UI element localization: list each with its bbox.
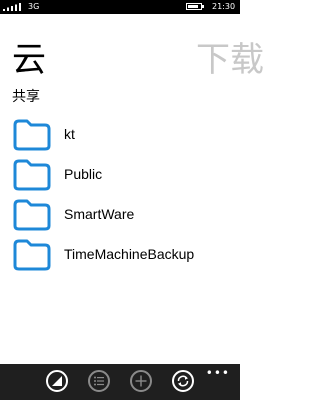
folder-name: kt [64,126,75,142]
clock: 21:30 [212,2,236,11]
battery-icon [186,3,204,10]
folder-item[interactable]: Public [0,154,240,194]
sync-icon [177,375,189,387]
folder-icon [13,239,51,271]
folder-name: TimeMachineBackup [64,246,195,262]
folder-icon [13,119,51,151]
sync-button[interactable] [172,370,194,392]
list-button[interactable] [88,370,110,392]
list-icon [94,376,104,386]
folder-icon [13,159,51,191]
pivot-next-title[interactable]: 下载 [196,40,264,80]
status-bar: 3G 21:30 [0,0,240,14]
folder-name: SmartWare [64,206,135,222]
section-subtitle: 共享 [12,89,40,105]
more-options-button[interactable]: ••• [206,366,230,380]
signal-strength-icon [3,3,21,11]
folder-item[interactable]: SmartWare [0,194,240,234]
folder-item[interactable]: TimeMachineBackup [0,234,240,274]
select-icon [52,376,62,386]
select-button[interactable] [46,370,68,392]
folder-list: kt Public SmartWare TimeMachineBackup [0,114,240,274]
app-bar: ••• [0,364,240,400]
add-button[interactable] [130,370,152,392]
folder-item[interactable]: kt [0,114,240,154]
network-type: 3G [28,2,40,11]
folder-icon [13,199,51,231]
folder-name: Public [64,166,103,182]
pivot-current-title[interactable]: 云 [12,40,46,80]
add-icon [135,375,147,387]
